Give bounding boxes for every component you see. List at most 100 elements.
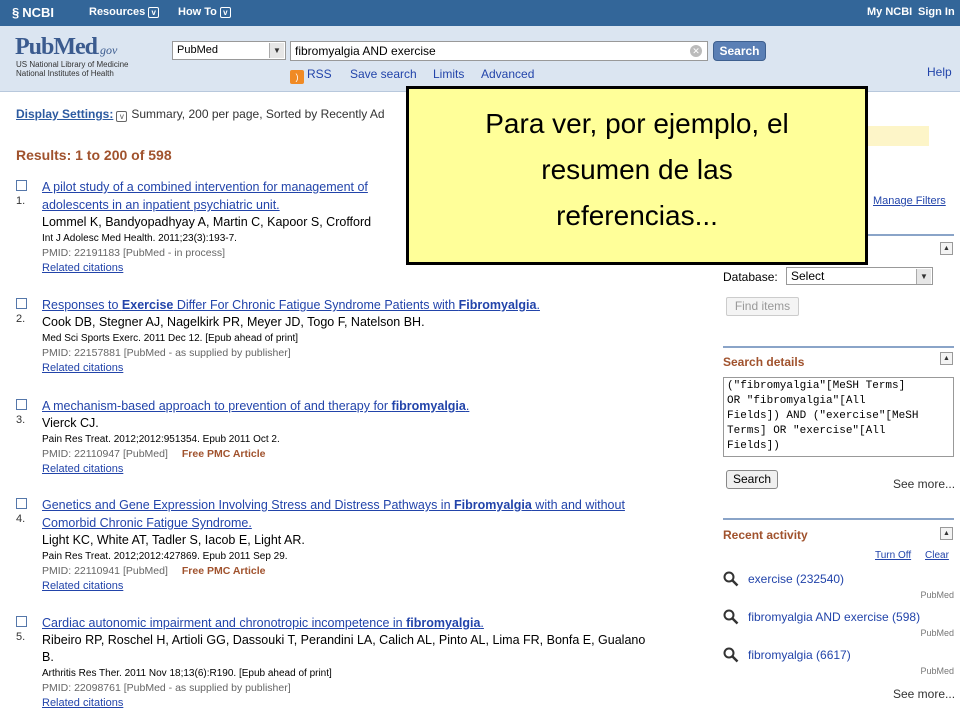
my-ncbi-link[interactable]: My NCBI xyxy=(867,6,912,18)
result-title-highlight: Fibromyalgia xyxy=(454,498,532,512)
turn-off-link[interactable]: Turn Off xyxy=(875,550,911,561)
search-details-title: Search details xyxy=(723,355,805,369)
related-citations-link[interactable]: Related citations xyxy=(42,462,712,477)
search-details-textarea[interactable]: ("fibromyalgia"[MeSH Terms] OR "fibromya… xyxy=(723,377,954,457)
recent-activity-source: PubMed xyxy=(920,590,954,600)
search-input[interactable]: fibromyalgia AND exercise ✕ xyxy=(290,41,708,61)
result-title-link[interactable]: A mechanism-based approach to prevention… xyxy=(42,397,712,415)
result-authors: Ribeiro RP, Roschel H, Artioli GG, Dasso… xyxy=(42,633,646,647)
ncbi-logo-text: NCBI xyxy=(22,5,55,20)
see-more-link[interactable]: See more... xyxy=(893,477,955,491)
collapse-icon[interactable]: ▲ xyxy=(940,352,953,365)
free-pmc-article-link[interactable]: Free PMC Article xyxy=(182,565,266,577)
recent-activity-text: fibromyalgia AND exercise (598) xyxy=(748,610,921,624)
manage-filters-link[interactable]: Manage Filters xyxy=(873,195,946,207)
result-number: 1. xyxy=(16,195,26,207)
result-number: 5. xyxy=(16,631,26,643)
recent-activity-source: PubMed xyxy=(920,666,954,676)
filter-highlight-bar xyxy=(866,126,929,146)
result-title-highlight: Exercise xyxy=(121,298,174,312)
result-title-text: . xyxy=(480,616,484,630)
result-pmid: PMID: 22098761 [PubMed - as supplied by … xyxy=(42,682,291,694)
result-checkbox[interactable] xyxy=(16,180,27,191)
find-items-button[interactable]: Find items xyxy=(726,297,799,316)
database-label: Database: xyxy=(723,270,778,284)
chevron-down-icon: ▼ xyxy=(269,43,284,58)
database-select[interactable]: PubMed ▼ xyxy=(172,41,286,60)
instruction-callout: Para ver, por ejemplo, el resumen de las… xyxy=(406,86,868,265)
advanced-link[interactable]: Advanced xyxy=(481,67,534,81)
result-title-text: Responses to xyxy=(42,298,122,312)
sign-in-link[interactable]: Sign In xyxy=(918,6,955,18)
resources-menu[interactable]: Resources v xyxy=(89,6,160,18)
result-title-text: Cardiac autonomic impairment and chronot… xyxy=(42,616,407,630)
panel-divider xyxy=(723,518,954,520)
search-details-search-button[interactable]: Search xyxy=(726,470,778,489)
dna-icon: § xyxy=(12,5,20,20)
result-number: 3. xyxy=(16,414,26,426)
result-pmid: PMID: 22110941 [PubMed] Free PMC Article xyxy=(42,564,712,579)
result-title-text: Genetics and Gene Expression Involving S… xyxy=(42,498,455,512)
save-search-link[interactable]: Save search xyxy=(350,67,417,81)
callout-line: referencias... xyxy=(556,200,718,231)
result-journal: Pain Res Treat. 2012;2012:427869. Epub 2… xyxy=(42,551,288,562)
nih-subtitle: National Institutes of Health xyxy=(16,69,114,78)
ncbi-logo[interactable]: § NCBI xyxy=(12,5,54,20)
find-items-database-value: Select xyxy=(791,269,825,283)
chevron-down-icon[interactable]: v xyxy=(116,111,128,122)
limits-link[interactable]: Limits xyxy=(433,67,464,81)
result-title-link[interactable]: Responses to Exercise Differ For Chronic… xyxy=(42,296,712,314)
search-icon xyxy=(723,647,739,663)
collapse-icon[interactable]: ▲ xyxy=(940,527,953,540)
clear-search-icon[interactable]: ✕ xyxy=(690,45,702,57)
result-title-link[interactable]: Cardiac autonomic impairment and chronot… xyxy=(42,614,712,632)
related-citations-link[interactable]: Related citations xyxy=(42,579,712,594)
database-select-value: PubMed xyxy=(177,44,218,56)
result-title-highlight: fibromyalgia xyxy=(391,399,466,413)
results-count: Results: 1 to 200 of 598 xyxy=(16,147,172,163)
result-title-link[interactable]: Genetics and Gene Expression Involving S… xyxy=(42,496,712,532)
clear-link[interactable]: Clear xyxy=(925,550,949,561)
related-citations-link[interactable]: Related citations xyxy=(42,361,712,376)
result-checkbox[interactable] xyxy=(16,616,27,627)
result-journal: Med Sci Sports Exerc. 2011 Dec 12. [Epub… xyxy=(42,333,299,344)
result-title-text: . xyxy=(536,298,540,312)
search-query-text: fibromyalgia AND exercise xyxy=(295,44,436,58)
result-pmid-text: PMID: 22110941 [PubMed] xyxy=(42,565,168,577)
howto-label: How To xyxy=(178,6,217,18)
howto-menu[interactable]: How To v xyxy=(178,6,231,18)
result-title-highlight: fibromyalgia xyxy=(406,616,481,630)
free-pmc-article-link[interactable]: Free PMC Article xyxy=(182,448,266,460)
chevron-down-icon: v xyxy=(148,7,160,18)
help-link[interactable]: Help xyxy=(927,65,952,79)
pubmed-logo-text: PubMed xyxy=(15,34,98,60)
nlm-subtitle: US National Library of Medicine xyxy=(16,60,129,69)
result-title-text-2: adolescents in an inpatient psychiatric … xyxy=(42,198,280,212)
related-citations-link[interactable]: Related citations xyxy=(42,696,712,711)
result-checkbox[interactable] xyxy=(16,298,27,309)
recent-activity-source: PubMed xyxy=(920,628,954,638)
find-items-database-select[interactable]: Select ▼ xyxy=(786,267,933,285)
display-settings-value: Summary, 200 per page, Sorted by Recentl… xyxy=(131,107,385,121)
result-title-text: A pilot study of a combined intervention… xyxy=(42,180,368,194)
panel-divider xyxy=(723,346,954,348)
result-checkbox[interactable] xyxy=(16,498,27,509)
resources-label: Resources xyxy=(89,6,146,18)
pubmed-logo[interactable]: PubMed.gov xyxy=(15,34,117,61)
rss-link[interactable]: ) RSS xyxy=(290,67,332,84)
result-authors: Cook DB, Stegner AJ, Nagelkirk PR, Meyer… xyxy=(42,315,425,329)
pubmed-header: PubMed.gov US National Library of Medici… xyxy=(0,26,960,92)
result-title-text: A mechanism-based approach to prevention… xyxy=(42,399,392,413)
search-button[interactable]: Search xyxy=(713,41,766,61)
result-journal: Pain Res Treat. 2012;2012:951354. Epub 2… xyxy=(42,434,280,445)
result-pmid-text: PMID: 22110947 [PubMed] xyxy=(42,448,168,460)
search-icon xyxy=(723,571,739,587)
display-settings-link[interactable]: Display Settings: xyxy=(16,107,113,121)
result-journal: Arthritis Res Ther. 2011 Nov 18;13(6):R1… xyxy=(42,668,332,679)
collapse-icon[interactable]: ▲ xyxy=(940,242,953,255)
recent-activity-text: fibromyalgia (6617) xyxy=(748,648,851,662)
ncbi-top-bar: § NCBI Resources v How To v My NCBI Sign In xyxy=(0,0,960,26)
result-checkbox[interactable] xyxy=(16,399,27,410)
see-more-link[interactable]: See more... xyxy=(893,687,955,701)
result-authors: Vierck CJ. xyxy=(42,416,99,430)
